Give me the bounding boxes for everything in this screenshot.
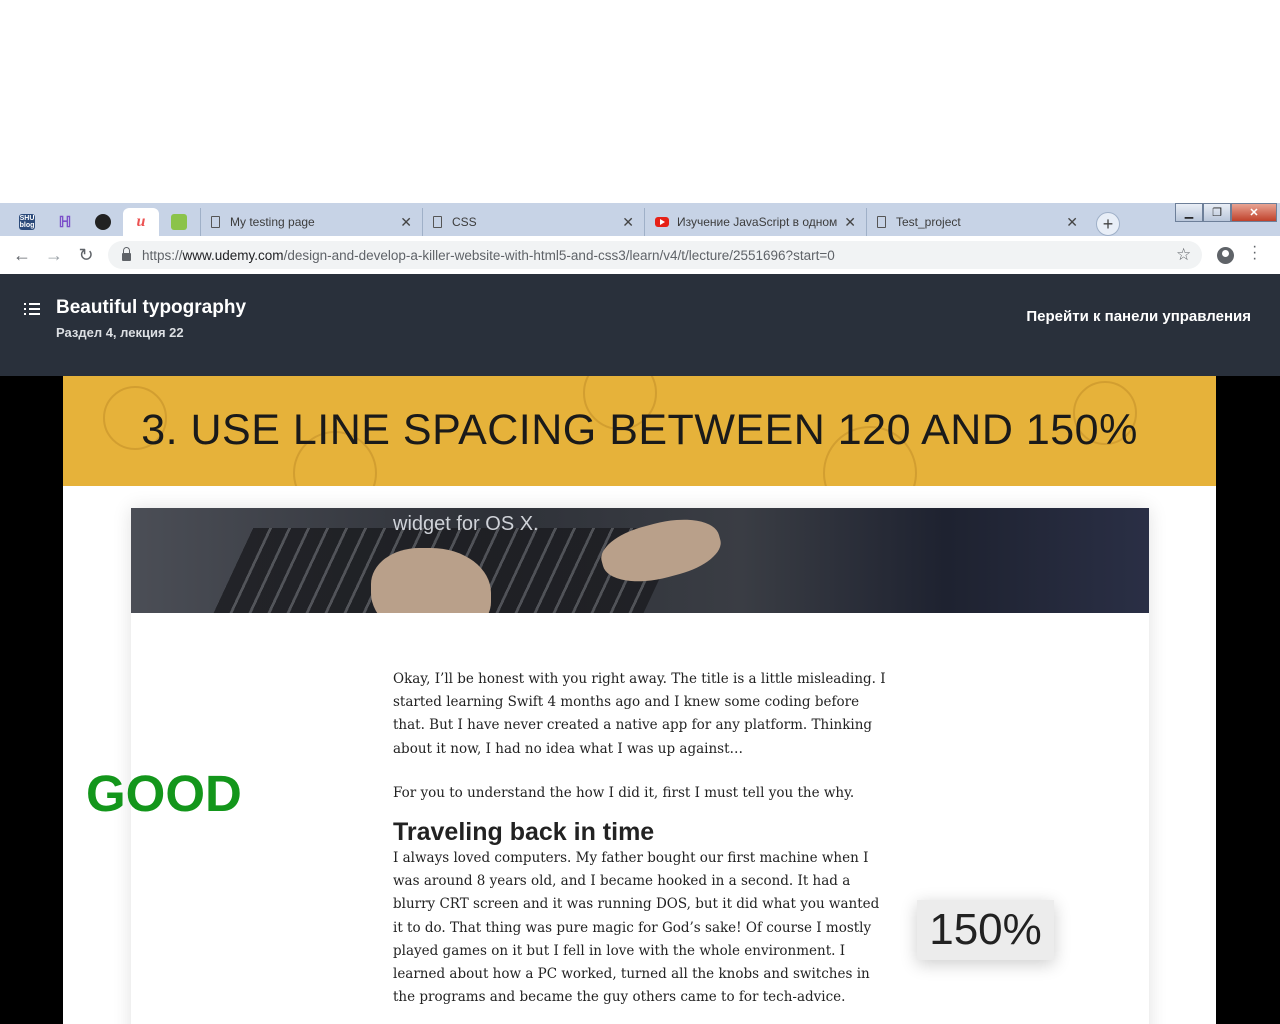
lecture-info: Раздел 4, лекция 22 — [56, 325, 184, 340]
url-text: https://www.udemy.com/design-and-develop… — [142, 248, 835, 263]
go-to-dashboard-link[interactable]: Перейти к панели управления — [1026, 308, 1251, 325]
pinned-tab-udemy[interactable]: u — [123, 208, 159, 236]
tab-css[interactable]: CSS ✕ — [422, 208, 644, 236]
tab-strip: SHU blog ℍ u My testing page ✕ CSS ✕ Изуч… — [0, 203, 1280, 236]
tab-javascript-video[interactable]: Изучение JavaScript в одном ✕ — [644, 208, 866, 236]
new-tab-button[interactable]: + — [1096, 212, 1120, 236]
slide-banner: 3. USE LINE SPACING BETWEEN 120 AND 150% — [63, 376, 1216, 486]
lock-icon — [122, 247, 131, 261]
green-square-icon — [171, 214, 187, 230]
window-controls: ▁ ❐ ✕ — [1175, 203, 1277, 222]
bookmark-star-icon[interactable]: ☆ — [1176, 245, 1191, 265]
tab-title: CSS — [452, 215, 477, 229]
tab-my-testing-page[interactable]: My testing page ✕ — [200, 208, 422, 236]
minimize-button[interactable]: ▁ — [1175, 203, 1203, 222]
pinned-tab-green[interactable] — [161, 208, 197, 236]
article-subheading: Traveling back in time — [393, 818, 655, 847]
close-icon[interactable]: ✕ — [844, 214, 856, 231]
shu-blog-icon: SHU blog — [19, 214, 35, 230]
page-icon — [877, 216, 886, 228]
address-bar[interactable]: https://www.udemy.com/design-and-develop… — [108, 241, 1202, 269]
article-paragraph: I always loved computers. My father boug… — [393, 850, 880, 1006]
page-icon — [433, 216, 442, 228]
url-host: www.udemy.com — [182, 247, 284, 263]
video-player[interactable]: 3. USE LINE SPACING BETWEEN 120 AND 150%… — [0, 376, 1280, 1024]
browser-toolbar: ← → ↻ https://www.udemy.com/design-and-d… — [0, 236, 1280, 275]
url-path: /design-and-develop-a-killer-website-wit… — [283, 247, 835, 263]
udemy-icon: u — [136, 213, 146, 230]
tab-title: Изучение JavaScript в одном — [677, 215, 838, 229]
pinned-tab-github[interactable] — [85, 208, 121, 236]
close-icon[interactable]: ✕ — [622, 214, 634, 231]
menu-kebab-icon[interactable]: · · · — [1252, 239, 1257, 267]
forward-arrow-icon[interactable]: → — [44, 245, 64, 265]
url-scheme: https:// — [142, 247, 183, 263]
curriculum-list-icon[interactable] — [24, 303, 40, 315]
article-paragraph: Okay, I’ll be honest with you right away… — [393, 671, 886, 757]
window-close-button[interactable]: ✕ — [1231, 203, 1277, 222]
tab-title: My testing page — [230, 215, 315, 229]
tab-title: Test_project — [896, 215, 961, 229]
hero-caption: widget for OS X. — [393, 513, 539, 535]
article-paragraph: For you to understand the how I did it, … — [393, 784, 855, 801]
pinned-tab-shu-blog[interactable]: SHU blog — [9, 208, 45, 236]
reload-icon[interactable]: ↻ — [76, 245, 96, 265]
article-body: Okay, I’ll be honest with you right away… — [393, 668, 893, 1024]
tab-test-project[interactable]: Test_project ✕ — [866, 208, 1088, 236]
course-title: Beautiful typography — [56, 297, 247, 318]
account-icon[interactable] — [1217, 247, 1234, 264]
maximize-button[interactable]: ❐ — [1203, 203, 1231, 222]
hero-image: widget for OS X. — [131, 508, 1149, 613]
page-icon — [211, 216, 220, 228]
back-arrow-icon[interactable]: ← — [12, 245, 32, 265]
lecture-slide: 3. USE LINE SPACING BETWEEN 120 AND 150%… — [63, 376, 1216, 1024]
pinned-tab-hash[interactable]: ℍ — [47, 208, 83, 236]
slide-heading: 3. USE LINE SPACING BETWEEN 120 AND 150% — [141, 406, 1138, 454]
close-icon[interactable]: ✕ — [400, 214, 412, 231]
good-label: GOOD — [86, 765, 242, 822]
hash-icon: ℍ — [58, 214, 72, 231]
github-icon — [95, 214, 111, 230]
line-spacing-badge: 150% — [917, 900, 1054, 960]
close-icon[interactable]: ✕ — [1066, 214, 1078, 231]
youtube-icon — [655, 217, 669, 227]
course-header: Beautiful typography Раздел 4, лекция 22… — [0, 274, 1280, 376]
